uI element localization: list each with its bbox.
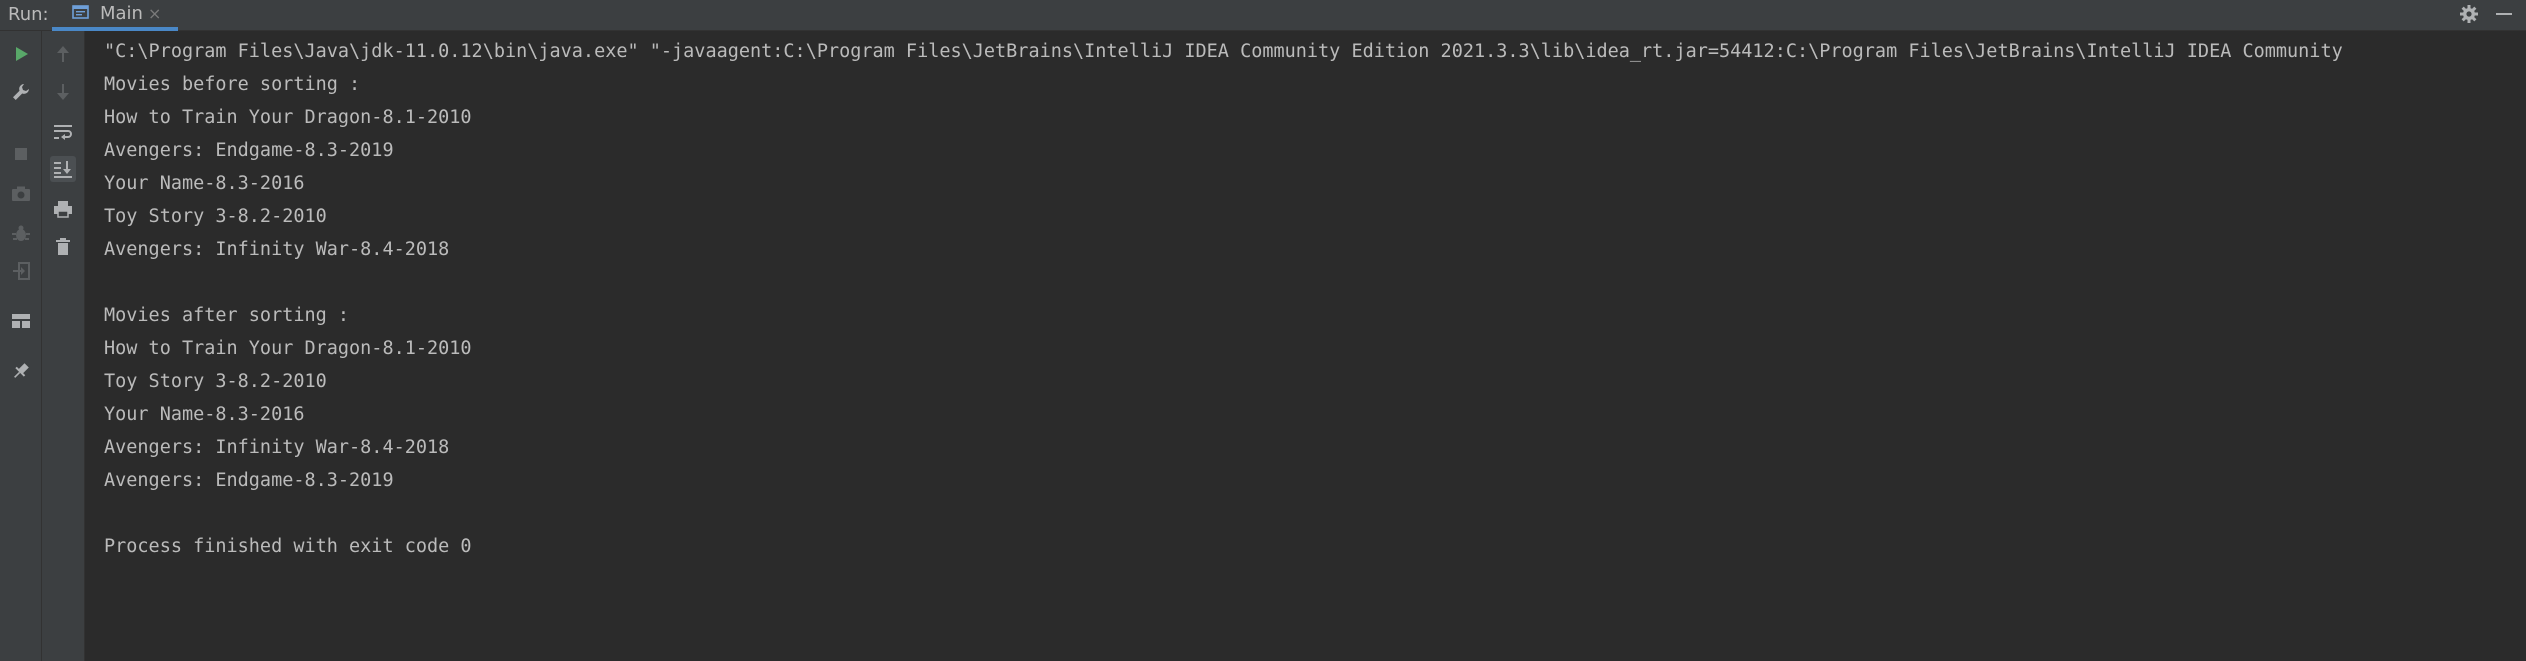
console-line: Toy Story 3-8.2-2010 xyxy=(104,206,327,227)
console-line: Your Name-8.3-2016 xyxy=(104,173,305,194)
run-label: Run: xyxy=(8,4,49,25)
console-line-exit-status: Process finished with exit code 0 xyxy=(104,536,472,557)
trash-icon[interactable] xyxy=(50,234,76,260)
console-line-blank xyxy=(104,497,2343,530)
stop-icon[interactable] xyxy=(8,141,34,167)
console-lines: "C:\Program Files\Java\jdk-11.0.12\bin\j… xyxy=(104,35,2343,563)
console-line: Movies after sorting : xyxy=(104,305,350,326)
debug-icon[interactable] xyxy=(8,221,34,247)
rerun-icon[interactable] xyxy=(8,41,34,67)
tab-main[interactable]: Main × xyxy=(52,0,178,31)
console-line: How to Train Your Dragon-8.1-2010 xyxy=(104,107,472,128)
gear-icon[interactable] xyxy=(2458,3,2480,25)
run-tool-window-header: Run: Main × xyxy=(0,0,2526,31)
tab-label: Main xyxy=(100,3,143,24)
up-arrow-icon[interactable] xyxy=(50,41,76,67)
exit-icon[interactable] xyxy=(8,258,34,284)
console-line: Avengers: Infinity War-8.4-2018 xyxy=(104,437,450,458)
console-line: Your Name-8.3-2016 xyxy=(104,404,305,425)
down-arrow-icon[interactable] xyxy=(50,79,76,105)
console-line-command: "C:\Program Files\Java\jdk-11.0.12\bin\j… xyxy=(104,41,2343,62)
console-line: Movies before sorting : xyxy=(104,74,361,95)
toolbar-border xyxy=(84,31,85,661)
camera-icon[interactable] xyxy=(8,181,34,207)
run-toolbar xyxy=(0,31,85,661)
wrench-icon[interactable] xyxy=(8,79,34,105)
close-icon[interactable]: × xyxy=(148,2,161,26)
print-icon[interactable] xyxy=(50,196,76,222)
layout-icon[interactable] xyxy=(8,308,34,334)
toolbar-divider xyxy=(41,31,42,661)
console-line: Toy Story 3-8.2-2010 xyxy=(104,371,327,392)
console-line-blank xyxy=(104,266,2343,299)
console-output[interactable]: "C:\Program Files\Java\jdk-11.0.12\bin\j… xyxy=(86,31,2526,661)
pin-icon[interactable] xyxy=(8,358,34,384)
console-line: Avengers: Endgame-8.3-2019 xyxy=(104,470,394,491)
console-line: Avengers: Endgame-8.3-2019 xyxy=(104,140,394,161)
console-line: Avengers: Infinity War-8.4-2018 xyxy=(104,239,450,260)
scroll-to-end-icon[interactable] xyxy=(50,156,76,182)
run-config-icon xyxy=(72,4,90,20)
console-line: How to Train Your Dragon-8.1-2010 xyxy=(104,338,472,359)
minimize-icon[interactable] xyxy=(2493,3,2515,25)
soft-wrap-icon[interactable] xyxy=(50,119,76,145)
